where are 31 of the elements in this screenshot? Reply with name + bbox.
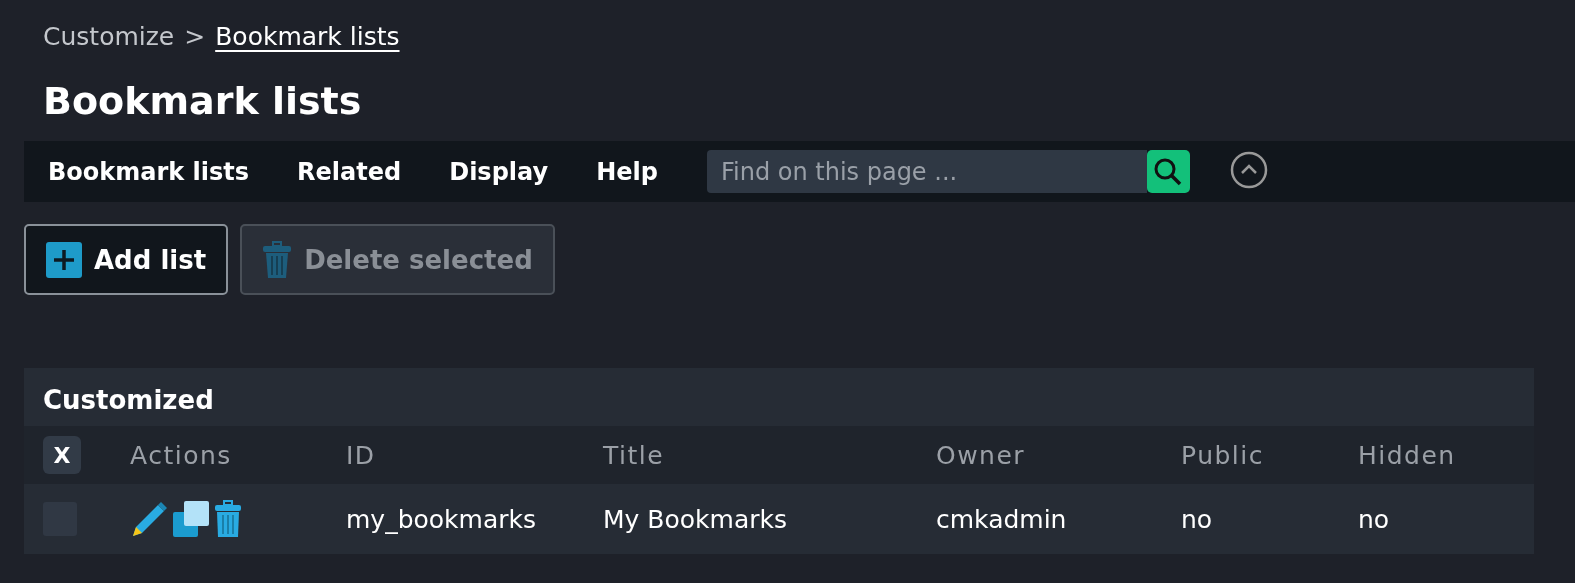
search-button[interactable] (1146, 150, 1190, 193)
page-title: Bookmark lists (43, 78, 363, 125)
breadcrumb-link[interactable]: Bookmark lists (215, 22, 400, 51)
menu-item[interactable]: Display (449, 157, 549, 186)
plus-icon (46, 241, 82, 278)
collapse-icon[interactable] (1229, 150, 1268, 189)
menu-item[interactable]: Related (297, 157, 402, 186)
trash-icon[interactable] (214, 500, 242, 538)
search-icon (1153, 156, 1184, 187)
section-title: Customized (42, 384, 215, 417)
table-cell-text: My Bookmarks (603, 504, 788, 534)
table-cell-text: no (1358, 504, 1391, 534)
toggle-all-button[interactable]: X (43, 436, 81, 474)
column-header: ID (346, 440, 377, 470)
menu-item[interactable]: Help (596, 157, 658, 186)
column-header: Hidden (1358, 440, 1457, 470)
search-field[interactable]: Find on this page ... (706, 150, 1147, 193)
copy-icon[interactable] (172, 500, 210, 538)
table-cell-text: my_bookmarks (346, 504, 538, 534)
breadcrumb-separator: > (184, 22, 206, 51)
column-header: Title (603, 440, 666, 470)
column-header: Owner (936, 440, 1027, 470)
menu-item[interactable]: Bookmark lists (48, 157, 250, 186)
table-cell-text: cmkadmin (936, 504, 1068, 534)
table-cell-text: no (1181, 504, 1214, 534)
column-header: Actions (130, 440, 233, 470)
pencil-icon[interactable] (130, 500, 168, 538)
trash-icon (262, 240, 293, 279)
breadcrumb-item[interactable]: Customize (43, 22, 175, 51)
column-header: Public (1181, 440, 1265, 470)
add-button[interactable]: Add list (24, 224, 229, 295)
